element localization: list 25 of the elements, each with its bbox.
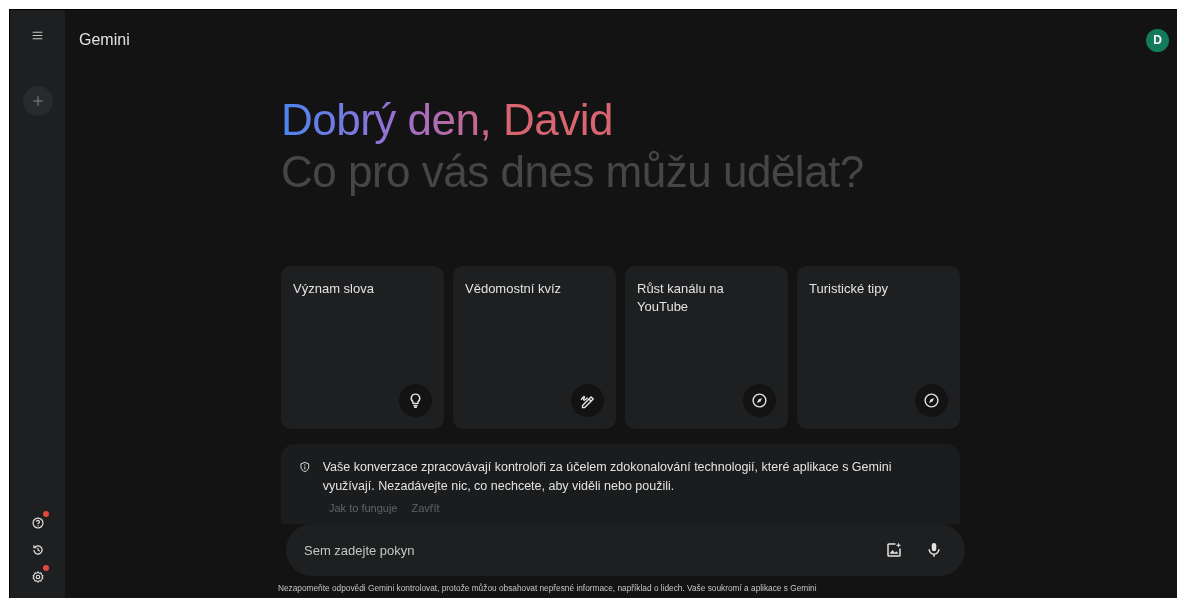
settings-icon (30, 570, 45, 584)
image-add-button[interactable] (885, 541, 903, 559)
prompt-input[interactable]: Sem zadejte pokyn (302, 541, 863, 559)
notice-text: Vaše konverzace zpracovávají kontroloři za účelem zdokonalování technologií, které aplikace s Gemini využívají. Nezadávejte nic, co nechcete, aby viděli nebo použili. (322, 459, 893, 495)
suggestion-card[interactable]: Význam slova (281, 266, 444, 429)
disclaimer-text: Nezapomeňte odpovědi Gemini kontrolovat, protože můžou obsahovat nepřesné informace, například o lidech. Vaše soukromí a aplikace s Gemini (278, 583, 818, 593)
card-label: Turistické tipy (809, 280, 889, 298)
lightbulb-icon (407, 392, 424, 409)
history-icon (30, 543, 45, 557)
suggestion-card[interactable]: Růst kanálu na YouTube (625, 266, 788, 429)
avatar[interactable]: D (1146, 28, 1169, 52)
help-icon (30, 516, 45, 530)
suggestion-card[interactable]: Vědomostní kvíz (453, 266, 616, 429)
card-label: Význam slova (293, 280, 375, 298)
card-label: Vědomostní kvíz (465, 280, 563, 298)
menu-button[interactable] (31, 29, 44, 42)
image-add-icon (885, 541, 903, 559)
compass-icon (751, 392, 768, 409)
compass-icon (923, 392, 940, 409)
card-label: Růst kanálu na YouTube (637, 280, 725, 316)
app-title: Gemini (79, 31, 130, 49)
prompt-bar[interactable]: Sem zadejte pokyn (286, 524, 965, 576)
suggestion-card[interactable]: Turistické tipy (797, 266, 960, 429)
microphone-icon (925, 541, 943, 559)
microphone-button[interactable] (925, 541, 943, 559)
